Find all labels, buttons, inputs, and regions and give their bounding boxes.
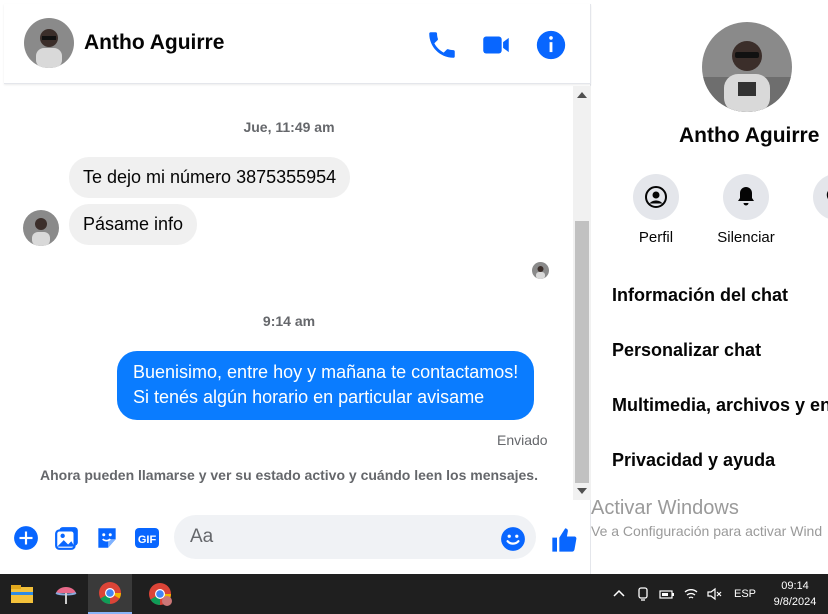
profile-avatar[interactable] — [702, 22, 792, 112]
incoming-message[interactable]: Pásame info — [69, 204, 198, 245]
search-action[interactable]: Bu — [791, 174, 828, 246]
search-icon — [813, 174, 828, 220]
menu-customize-chat[interactable]: Personalizar chat — [612, 340, 761, 361]
scroll-up-arrow[interactable] — [577, 92, 587, 98]
emoji-icon[interactable] — [500, 526, 526, 552]
info-pane: Antho Aguirre Perfil Silenciar Bu Inform… — [592, 4, 828, 574]
sticker-icon[interactable] — [94, 525, 120, 551]
plus-icon[interactable] — [13, 525, 39, 551]
outgoing-line: Si tenés algún horario en particular avi… — [133, 387, 485, 407]
menu-media-files[interactable]: Multimedia, archivos y en — [612, 395, 828, 416]
bell-icon — [723, 174, 769, 220]
contact-avatar[interactable] — [24, 18, 74, 68]
seen-avatar — [532, 262, 549, 279]
message-list[interactable]: Jue, 11:49 am Te dejo mi número 38753559… — [4, 86, 574, 500]
timestamp: Jue, 11:49 am — [243, 119, 335, 135]
profile-icon — [633, 174, 679, 220]
contact-name[interactable]: Antho Aguirre — [84, 31, 224, 55]
outgoing-message[interactable]: Buenisimo, entre hoy y mañana te contact… — [117, 351, 535, 420]
chevron-up-icon[interactable] — [611, 586, 627, 602]
clock-date: 9/8/2024 — [773, 596, 817, 608]
image-icon[interactable] — [54, 525, 80, 551]
meet-now-icon[interactable] — [635, 586, 651, 602]
file-explorer-icon[interactable] — [0, 574, 44, 614]
wifi-icon[interactable] — [683, 586, 699, 602]
timestamp: 9:14 am — [262, 313, 316, 329]
phone-icon[interactable] — [425, 28, 459, 62]
profile-name: Antho Aguirre — [679, 124, 820, 147]
scroll-thumb[interactable] — [575, 221, 589, 483]
scrollbar[interactable] — [573, 86, 591, 500]
chat-pane: Antho Aguirre Jue, 11:49 am Te dejo mi n… — [4, 4, 591, 574]
action-label: Bu — [791, 229, 828, 246]
sender-avatar[interactable] — [23, 210, 59, 246]
menu-privacy-help[interactable]: Privacidad y ayuda — [612, 450, 775, 471]
taskbar: ESP 09:14 9/8/2024 — [0, 574, 828, 614]
outgoing-line: Buenisimo, entre hoy y mañana te contact… — [133, 362, 519, 382]
clock[interactable]: 09:14 9/8/2024 — [770, 578, 820, 610]
app-icon[interactable] — [44, 574, 88, 614]
chrome-icon[interactable] — [88, 574, 132, 614]
language-indicator[interactable]: ESP — [734, 588, 756, 600]
action-label: Silenciar — [717, 229, 775, 246]
action-label: Perfil — [638, 229, 674, 246]
activate-windows-watermark: Activar Windows Ve a Configuración para … — [591, 497, 822, 539]
message-input[interactable]: Aa — [174, 515, 536, 559]
composer: GIF Aa — [4, 504, 591, 570]
like-icon[interactable] — [550, 526, 578, 554]
scroll-down-arrow[interactable] — [577, 488, 587, 494]
watermark-title: Activar Windows — [591, 497, 739, 519]
gif-icon[interactable]: GIF — [134, 525, 160, 551]
info-note: Ahora pueden llamarse y ver su estado ac… — [40, 467, 538, 483]
mute-action[interactable]: Silenciar — [701, 174, 791, 246]
message-status: Enviado — [497, 432, 548, 448]
gif-label: GIF — [138, 534, 157, 546]
chat-header: Antho Aguirre — [4, 4, 591, 84]
incoming-message[interactable]: Te dejo mi número 3875355954 — [69, 157, 351, 198]
battery-icon[interactable] — [659, 586, 675, 602]
chrome-profile-icon[interactable] — [138, 574, 182, 614]
menu-chat-info[interactable]: Información del chat — [612, 285, 788, 306]
info-icon[interactable] — [534, 28, 568, 62]
profile-action[interactable]: Perfil — [611, 174, 701, 246]
video-call-icon[interactable] — [479, 28, 513, 62]
watermark-subtitle: Ve a Configuración para activar Wind — [591, 523, 823, 539]
clock-time: 09:14 — [781, 580, 809, 592]
volume-muted-icon[interactable] — [706, 586, 722, 602]
